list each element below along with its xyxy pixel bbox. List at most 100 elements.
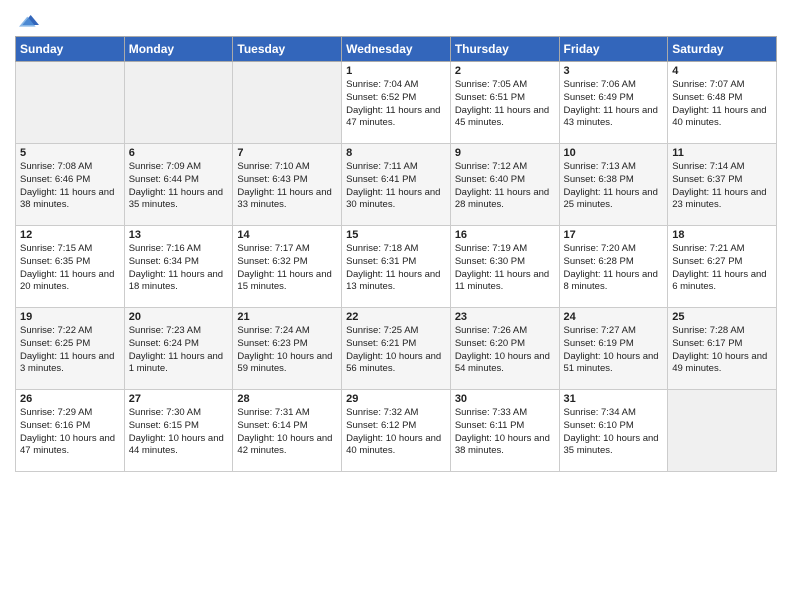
day-number: 15 xyxy=(346,229,446,241)
calendar-cell xyxy=(233,62,342,144)
calendar-cell: 21 Sunrise: 7:24 AM Sunset: 6:23 PM Dayli… xyxy=(233,308,342,390)
calendar-header-sunday: Sunday xyxy=(16,37,125,62)
day-info: Sunrise: 7:31 AM Sunset: 6:14 PM Dayligh… xyxy=(237,407,337,458)
calendar-cell: 20 Sunrise: 7:23 AM Sunset: 6:24 PM Dayli… xyxy=(124,308,233,390)
calendar-cell: 27 Sunrise: 7:30 AM Sunset: 6:15 PM Dayli… xyxy=(124,390,233,472)
calendar-cell xyxy=(668,390,777,472)
day-info: Sunrise: 7:25 AM Sunset: 6:21 PM Dayligh… xyxy=(346,325,446,376)
day-info: Sunrise: 7:30 AM Sunset: 6:15 PM Dayligh… xyxy=(129,407,229,458)
day-number: 6 xyxy=(129,147,229,159)
day-info: Sunrise: 7:05 AM Sunset: 6:51 PM Dayligh… xyxy=(455,79,555,130)
calendar-cell: 22 Sunrise: 7:25 AM Sunset: 6:21 PM Dayli… xyxy=(342,308,451,390)
logo-icon xyxy=(19,10,39,30)
calendar-header-monday: Monday xyxy=(124,37,233,62)
day-info: Sunrise: 7:06 AM Sunset: 6:49 PM Dayligh… xyxy=(564,79,664,130)
calendar-header-thursday: Thursday xyxy=(450,37,559,62)
day-number: 9 xyxy=(455,147,555,159)
calendar-cell: 28 Sunrise: 7:31 AM Sunset: 6:14 PM Dayli… xyxy=(233,390,342,472)
day-info: Sunrise: 7:22 AM Sunset: 6:25 PM Dayligh… xyxy=(20,325,120,376)
day-number: 23 xyxy=(455,311,555,323)
day-number: 24 xyxy=(564,311,664,323)
calendar-cell: 15 Sunrise: 7:18 AM Sunset: 6:31 PM Dayli… xyxy=(342,226,451,308)
day-number: 27 xyxy=(129,393,229,405)
calendar-cell: 6Sunrise: 7:09 AM Sunset: 6:44 PM Daylig… xyxy=(124,144,233,226)
day-info: Sunrise: 7:21 AM Sunset: 6:27 PM Dayligh… xyxy=(672,243,772,294)
day-info: Sunrise: 7:12 AM Sunset: 6:40 PM Dayligh… xyxy=(455,161,555,212)
calendar-cell: 5 Sunrise: 7:08 AM Sunset: 6:46 PM Daylig… xyxy=(16,144,125,226)
day-info: Sunrise: 7:28 AM Sunset: 6:17 PM Dayligh… xyxy=(672,325,772,376)
day-info: Sunrise: 7:34 AM Sunset: 6:10 PM Dayligh… xyxy=(564,407,664,458)
day-info: Sunrise: 7:18 AM Sunset: 6:31 PM Dayligh… xyxy=(346,243,446,294)
day-info: Sunrise: 7:08 AM Sunset: 6:46 PM Dayligh… xyxy=(20,161,120,212)
day-info: Sunrise: 7:23 AM Sunset: 6:24 PM Dayligh… xyxy=(129,325,229,376)
day-number: 14 xyxy=(237,229,337,241)
calendar-cell: 3Sunrise: 7:06 AM Sunset: 6:49 PM Daylig… xyxy=(559,62,668,144)
calendar-cell: 2 Sunrise: 7:05 AM Sunset: 6:51 PM Daylig… xyxy=(450,62,559,144)
day-info: Sunrise: 7:11 AM Sunset: 6:41 PM Dayligh… xyxy=(346,161,446,212)
calendar-table: SundayMondayTuesdayWednesdayThursdayFrid… xyxy=(15,36,777,472)
day-number: 28 xyxy=(237,393,337,405)
calendar-cell: 1Sunrise: 7:04 AM Sunset: 6:52 PM Daylig… xyxy=(342,62,451,144)
calendar-header-tuesday: Tuesday xyxy=(233,37,342,62)
day-number: 31 xyxy=(564,393,664,405)
day-info: Sunrise: 7:24 AM Sunset: 6:23 PM Dayligh… xyxy=(237,325,337,376)
calendar-header-row: SundayMondayTuesdayWednesdayThursdayFrid… xyxy=(16,37,777,62)
day-number: 18 xyxy=(672,229,772,241)
day-number: 13 xyxy=(129,229,229,241)
day-info: Sunrise: 7:16 AM Sunset: 6:34 PM Dayligh… xyxy=(129,243,229,294)
calendar-cell: 8 Sunrise: 7:11 AM Sunset: 6:41 PM Daylig… xyxy=(342,144,451,226)
calendar-cell: 12Sunrise: 7:15 AM Sunset: 6:35 PM Dayli… xyxy=(16,226,125,308)
calendar-cell: 17 Sunrise: 7:20 AM Sunset: 6:28 PM Dayli… xyxy=(559,226,668,308)
calendar-cell xyxy=(124,62,233,144)
day-number: 11 xyxy=(672,147,772,159)
calendar-header-saturday: Saturday xyxy=(668,37,777,62)
day-info: Sunrise: 7:07 AM Sunset: 6:48 PM Dayligh… xyxy=(672,79,772,130)
day-number: 16 xyxy=(455,229,555,241)
calendar-week-1: 1Sunrise: 7:04 AM Sunset: 6:52 PM Daylig… xyxy=(16,62,777,144)
day-info: Sunrise: 7:29 AM Sunset: 6:16 PM Dayligh… xyxy=(20,407,120,458)
day-number: 30 xyxy=(455,393,555,405)
calendar-cell: 7Sunrise: 7:10 AM Sunset: 6:43 PM Daylig… xyxy=(233,144,342,226)
day-info: Sunrise: 7:32 AM Sunset: 6:12 PM Dayligh… xyxy=(346,407,446,458)
calendar-cell: 11 Sunrise: 7:14 AM Sunset: 6:37 PM Dayli… xyxy=(668,144,777,226)
calendar-week-4: 19 Sunrise: 7:22 AM Sunset: 6:25 PM Dayli… xyxy=(16,308,777,390)
day-number: 19 xyxy=(20,311,120,323)
calendar-header-friday: Friday xyxy=(559,37,668,62)
calendar-cell: 9 Sunrise: 7:12 AM Sunset: 6:40 PM Daylig… xyxy=(450,144,559,226)
day-number: 17 xyxy=(564,229,664,241)
day-number: 7 xyxy=(237,147,337,159)
calendar-cell: 14Sunrise: 7:17 AM Sunset: 6:32 PM Dayli… xyxy=(233,226,342,308)
page: SundayMondayTuesdayWednesdayThursdayFrid… xyxy=(0,0,792,612)
day-number: 8 xyxy=(346,147,446,159)
calendar-cell: 18 Sunrise: 7:21 AM Sunset: 6:27 PM Dayli… xyxy=(668,226,777,308)
day-number: 5 xyxy=(20,147,120,159)
calendar-cell: 13 Sunrise: 7:16 AM Sunset: 6:34 PM Dayli… xyxy=(124,226,233,308)
calendar-week-3: 12Sunrise: 7:15 AM Sunset: 6:35 PM Dayli… xyxy=(16,226,777,308)
calendar-cell: 26 Sunrise: 7:29 AM Sunset: 6:16 PM Dayli… xyxy=(16,390,125,472)
day-number: 12 xyxy=(20,229,120,241)
calendar-cell: 31 Sunrise: 7:34 AM Sunset: 6:10 PM Dayli… xyxy=(559,390,668,472)
day-number: 20 xyxy=(129,311,229,323)
day-number: 26 xyxy=(20,393,120,405)
calendar-cell xyxy=(16,62,125,144)
calendar-cell: 19 Sunrise: 7:22 AM Sunset: 6:25 PM Dayli… xyxy=(16,308,125,390)
day-number: 1 xyxy=(346,65,446,77)
logo xyxy=(15,10,39,30)
day-info: Sunrise: 7:14 AM Sunset: 6:37 PM Dayligh… xyxy=(672,161,772,212)
calendar-week-2: 5 Sunrise: 7:08 AM Sunset: 6:46 PM Daylig… xyxy=(16,144,777,226)
day-info: Sunrise: 7:20 AM Sunset: 6:28 PM Dayligh… xyxy=(564,243,664,294)
calendar-cell: 24 Sunrise: 7:27 AM Sunset: 6:19 PM Dayli… xyxy=(559,308,668,390)
day-number: 2 xyxy=(455,65,555,77)
header xyxy=(15,10,777,30)
calendar-cell: 10 Sunrise: 7:13 AM Sunset: 6:38 PM Dayli… xyxy=(559,144,668,226)
day-number: 4 xyxy=(672,65,772,77)
day-number: 22 xyxy=(346,311,446,323)
day-info: Sunrise: 7:26 AM Sunset: 6:20 PM Dayligh… xyxy=(455,325,555,376)
day-info: Sunrise: 7:13 AM Sunset: 6:38 PM Dayligh… xyxy=(564,161,664,212)
day-number: 21 xyxy=(237,311,337,323)
calendar-header-wednesday: Wednesday xyxy=(342,37,451,62)
day-info: Sunrise: 7:27 AM Sunset: 6:19 PM Dayligh… xyxy=(564,325,664,376)
day-number: 10 xyxy=(564,147,664,159)
calendar-cell: 16Sunrise: 7:19 AM Sunset: 6:30 PM Dayli… xyxy=(450,226,559,308)
day-info: Sunrise: 7:33 AM Sunset: 6:11 PM Dayligh… xyxy=(455,407,555,458)
